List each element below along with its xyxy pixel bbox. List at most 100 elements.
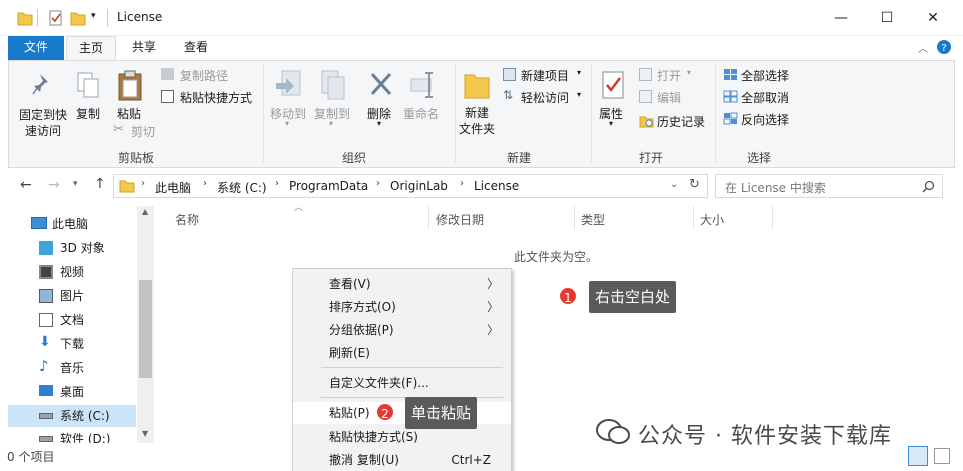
chevron-down-icon: ▾: [577, 68, 582, 77]
column-divider[interactable]: [772, 206, 773, 230]
ribbon-separator: [263, 65, 264, 163]
history-icon: [639, 116, 654, 128]
menu-item-customize-folder[interactable]: 自定义文件夹(F)...: [293, 372, 511, 394]
menu-item-sort[interactable]: 排序方式(O) 〉: [293, 296, 511, 318]
sort-indicator-icon: ︿: [294, 203, 304, 213]
nav-item-label: 视频: [60, 265, 85, 279]
breadcrumb-programdata[interactable]: ProgramData: [289, 179, 368, 193]
back-arrow-icon[interactable]: ←: [20, 177, 32, 193]
breadcrumb-separator-icon: ›: [203, 178, 207, 189]
empty-folder-text: 此文件夹为空。: [514, 250, 599, 264]
nav-item-pictures[interactable]: 图片: [32, 285, 150, 307]
ribbon-separator: [715, 65, 716, 163]
tab-home[interactable]: 主页: [66, 36, 116, 60]
pin-quick-access-button[interactable]: 固定到快 速访问: [13, 67, 71, 141]
nav-item-3d-objects[interactable]: 3D 对象: [32, 237, 150, 259]
nav-item-downloads[interactable]: ⬇ 下载: [32, 333, 150, 355]
address-bar[interactable]: › 此电脑 › 系统 (C:) › ProgramData › OriginLa…: [113, 174, 708, 198]
pin-icon: [32, 74, 48, 95]
select-none-label: 全部取消: [741, 91, 790, 105]
nav-scrollbar[interactable]: ▲ ▼: [137, 206, 154, 443]
paste-icon: [118, 70, 142, 101]
delete-button[interactable]: 删除 ▾: [363, 67, 397, 128]
menu-item-label: 刷新(E): [329, 346, 370, 360]
tab-file[interactable]: 文件: [8, 36, 64, 60]
breadcrumb-originlab[interactable]: OriginLab: [390, 179, 448, 193]
menu-item-view[interactable]: 查看(V) 〉: [293, 273, 511, 295]
tab-view[interactable]: 查看: [171, 36, 221, 60]
paste-button[interactable]: 粘贴: [111, 67, 151, 127]
up-arrow-icon[interactable]: ↑: [94, 176, 106, 192]
nav-item-label: 音乐: [60, 361, 85, 375]
rename-button[interactable]: 重命名: [401, 67, 445, 127]
properties-quick-icon[interactable]: [48, 9, 64, 27]
large-icons-view-icon[interactable]: [934, 448, 950, 464]
scrollbar-thumb[interactable]: [139, 280, 152, 378]
breadcrumb-pc[interactable]: 此电脑: [155, 179, 191, 196]
step-2-callout: 单击粘贴: [405, 397, 478, 429]
scroll-up-icon[interactable]: ▲: [142, 207, 148, 216]
menu-item-label: 自定义文件夹(F)...: [329, 376, 429, 390]
copy-path-icon: [161, 68, 174, 80]
copy-to-button[interactable]: 复制到 ▾: [311, 67, 355, 128]
menu-item-label: 分组依据(P): [329, 323, 394, 337]
breadcrumb-separator-icon: ›: [141, 178, 145, 189]
wechat-logo-icon: [596, 419, 630, 444]
customize-quick-access-icon[interactable]: ▾: [91, 11, 96, 29]
minimize-button[interactable]: —: [818, 0, 864, 36]
pc-icon: [31, 217, 47, 229]
history-label: 历史记录: [657, 115, 706, 129]
menu-item-paste[interactable]: 粘贴(P): [293, 402, 511, 424]
new-folder-button[interactable]: 新建 文件夹: [457, 67, 497, 141]
menu-item-undo-copy[interactable]: 撤消 复制(U) Ctrl+Z: [293, 449, 511, 471]
copy-path-label: 复制路径: [180, 69, 229, 83]
forward-arrow-icon[interactable]: →: [48, 177, 60, 193]
nav-item-music[interactable]: ♪ 音乐: [32, 357, 150, 379]
chevron-down-icon: ▾: [687, 68, 692, 77]
refresh-icon[interactable]: ↻: [689, 177, 700, 192]
group-label-new: 新建: [506, 151, 531, 165]
scroll-down-icon[interactable]: ▼: [142, 429, 148, 438]
column-header-name[interactable]: 名称: [175, 211, 199, 228]
group-label-open: 打开: [638, 151, 663, 165]
column-header-size[interactable]: 大小: [700, 211, 724, 228]
nav-item-this-pc[interactable]: 此电脑: [24, 213, 136, 235]
column-divider[interactable]: [428, 206, 429, 230]
maximize-button[interactable]: ☐: [864, 0, 910, 36]
close-button[interactable]: ✕: [910, 0, 956, 36]
column-divider[interactable]: [574, 206, 575, 230]
drive-icon: [39, 413, 53, 419]
recent-locations-icon[interactable]: ▾: [73, 179, 78, 189]
open-label: 打开: [657, 69, 682, 83]
move-to-button[interactable]: 移动到 ▾: [267, 67, 311, 128]
copy-button[interactable]: 复制: [71, 67, 107, 127]
properties-button[interactable]: 属性 ▾: [595, 67, 631, 128]
chevron-down-icon[interactable]: ⌄: [670, 179, 678, 190]
nav-item-desktop[interactable]: 桌面: [32, 381, 150, 403]
details-view-icon[interactable]: [908, 446, 928, 466]
breadcrumb-license[interactable]: License: [474, 179, 519, 193]
chevron-right-icon: 〉: [486, 323, 499, 337]
nav-item-drive-c[interactable]: 系统 (C:): [8, 405, 136, 427]
column-header-type[interactable]: 类型: [581, 211, 605, 228]
documents-icon: [39, 313, 53, 327]
edit-icon: [639, 90, 652, 103]
collapse-ribbon-icon[interactable]: ︿: [918, 40, 928, 55]
breadcrumb-drive-c[interactable]: 系统 (C:): [217, 179, 267, 196]
nav-item-drive-d[interactable]: 软件 (D:): [32, 428, 150, 443]
select-all-label: 全部选择: [741, 69, 790, 83]
nav-item-videos[interactable]: 视频: [32, 261, 150, 283]
search-box[interactable]: 在 License 中搜索: [715, 174, 943, 198]
help-icon[interactable]: ?: [936, 39, 952, 55]
new-folder-quick-icon[interactable]: [70, 9, 86, 27]
chevron-right-icon: 〉: [486, 300, 499, 314]
folder-icon: [17, 12, 33, 26]
column-divider[interactable]: [693, 206, 694, 230]
menu-item-refresh[interactable]: 刷新(E): [293, 342, 511, 364]
column-header-modified[interactable]: 修改日期: [436, 211, 484, 228]
menu-item-group[interactable]: 分组依据(P) 〉: [293, 319, 511, 341]
menu-item-label: 粘贴(P): [329, 406, 370, 420]
menu-item-paste-shortcut[interactable]: 粘贴快捷方式(S): [293, 426, 511, 448]
tab-share[interactable]: 共享: [119, 36, 169, 60]
nav-item-documents[interactable]: 文档: [32, 309, 150, 331]
